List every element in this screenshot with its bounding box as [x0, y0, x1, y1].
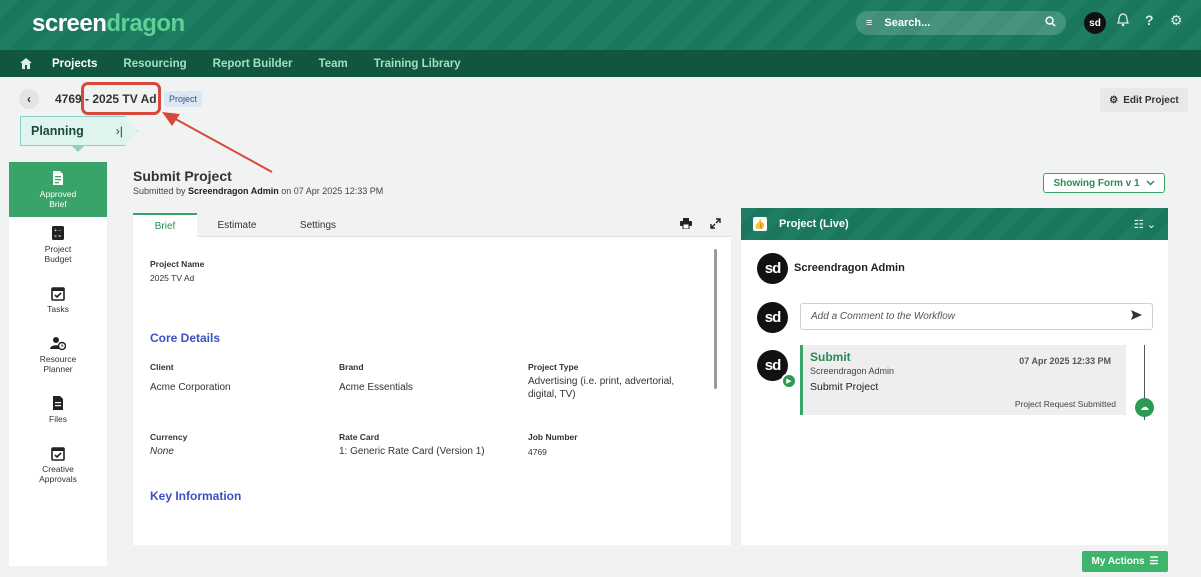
- submitted-info: Submitted by Screendragon Admin on 07 Ap…: [133, 186, 384, 196]
- filter-settings-icon[interactable]: ☷ ⌄: [1134, 218, 1156, 231]
- user-avatar[interactable]: sd: [1084, 12, 1106, 34]
- main-nav: Projects Resourcing Report Builder Team …: [0, 50, 1201, 77]
- avatar: sd: [757, 302, 788, 333]
- file-icon: [53, 396, 63, 410]
- edit-project-button[interactable]: ⚙ Edit Project: [1100, 88, 1188, 112]
- nav-report-builder[interactable]: Report Builder: [213, 58, 293, 70]
- rate-card-value: 1: Generic Rate Card (Version 1): [339, 446, 485, 457]
- event-title: Submit: [810, 350, 851, 364]
- tab-settings[interactable]: Settings: [288, 213, 348, 237]
- document-icon: [53, 171, 63, 185]
- sidebar-item-files[interactable]: Files: [9, 382, 107, 437]
- expand-icon[interactable]: [710, 218, 721, 232]
- sidebar-item-label: Resource Planner: [39, 354, 77, 374]
- brand-value: Acme Essentials: [339, 382, 413, 393]
- calendar-check-icon: [51, 287, 65, 301]
- user-clock-icon: [50, 337, 66, 351]
- event-user: Screendragon Admin: [810, 366, 895, 376]
- stage-caret: [72, 146, 84, 152]
- gear-icon: ⚙: [1109, 94, 1119, 106]
- left-sidebar: Approved Brief + − × = Project Budget Tas…: [9, 162, 107, 566]
- send-icon[interactable]: [1131, 310, 1142, 323]
- brief-tabs: Brief Estimate Settings: [133, 213, 731, 237]
- top-header: screendragon ≡ Search... sd ? ⚙: [0, 0, 1201, 50]
- nav-team[interactable]: Team: [319, 58, 348, 70]
- annotation-highlight-box: [81, 82, 161, 115]
- currency-value: None: [150, 446, 174, 457]
- my-actions-button[interactable]: My Actions ☰: [1082, 551, 1168, 572]
- event-status: Project Request Submitted: [1014, 399, 1116, 409]
- gear-icon[interactable]: ⚙: [1170, 12, 1183, 29]
- sidebar-item-label: Approved Brief: [39, 189, 77, 209]
- project-type-badge: Project: [164, 91, 203, 107]
- tab-estimate[interactable]: Estimate: [205, 213, 269, 237]
- nav-projects[interactable]: Projects: [52, 58, 97, 70]
- sidebar-item-approved-brief[interactable]: Approved Brief: [9, 162, 107, 217]
- sidebar-item-label: Tasks: [47, 304, 69, 314]
- menu-icon[interactable]: ≡: [866, 17, 872, 29]
- project-name-value: 2025 TV Ad: [150, 273, 195, 283]
- currency-label: Currency: [150, 432, 188, 442]
- expand-stage-icon[interactable]: ›|: [116, 124, 123, 138]
- workflow-header: 👍 Project (Live) ☷ ⌄: [741, 208, 1168, 240]
- comment-placeholder: Add a Comment to the Workflow: [811, 311, 955, 322]
- avatar: sd: [757, 253, 788, 284]
- print-icon[interactable]: [680, 218, 692, 232]
- bell-icon[interactable]: [1117, 13, 1129, 30]
- play-icon: ▶: [781, 373, 797, 389]
- rate-card-label: Rate Card: [339, 432, 380, 442]
- workflow-user-name: Screendragon Admin: [794, 262, 905, 274]
- job-number-value: 4769: [528, 447, 547, 457]
- nav-training-library[interactable]: Training Library: [374, 58, 461, 70]
- core-details-heading: Core Details: [150, 331, 221, 345]
- client-value: Acme Corporation: [150, 382, 231, 393]
- chevron-down-icon: [1146, 178, 1155, 189]
- sidebar-item-label: Project Budget: [44, 244, 72, 264]
- list-icon: ☰: [1149, 556, 1159, 567]
- nav-resourcing[interactable]: Resourcing: [123, 58, 186, 70]
- calendar-check-icon: [51, 447, 65, 461]
- key-information-heading: Key Information: [150, 489, 242, 503]
- cloud-upload-icon: ☁: [1135, 398, 1154, 417]
- sidebar-item-label: Creative Approvals: [39, 464, 77, 484]
- form-title: Submit Project: [133, 168, 232, 184]
- back-button[interactable]: ‹: [19, 89, 39, 109]
- workflow-event-card[interactable]: Submit Screendragon Admin Submit Project…: [800, 345, 1126, 415]
- stage-planning[interactable]: Planning ›|: [20, 116, 138, 146]
- search-box[interactable]: ≡ Search...: [856, 11, 1066, 35]
- brief-scrollbar[interactable]: [714, 249, 717, 389]
- sidebar-item-project-budget[interactable]: + − × = Project Budget: [9, 217, 107, 272]
- client-label: Client: [150, 362, 174, 372]
- home-icon[interactable]: [0, 58, 52, 69]
- sidebar-item-label: Files: [49, 414, 67, 424]
- comment-input[interactable]: Add a Comment to the Workflow: [800, 303, 1153, 330]
- calculator-icon: + −× =: [52, 226, 64, 240]
- stage-label: Planning: [31, 124, 84, 138]
- project-type-label: Project Type: [528, 362, 579, 372]
- sidebar-item-tasks[interactable]: Tasks: [9, 272, 107, 327]
- help-icon[interactable]: ?: [1145, 12, 1154, 28]
- app-logo[interactable]: screendragon: [32, 10, 185, 38]
- brand-label: Brand: [339, 362, 364, 372]
- showing-form-dropdown[interactable]: Showing Form v 1: [1043, 173, 1165, 193]
- workflow-title: Project (Live): [779, 218, 849, 230]
- project-type-value-line2: digital, TV): [528, 389, 576, 400]
- job-number-label: Job Number: [528, 432, 578, 442]
- tab-brief[interactable]: Brief: [133, 213, 197, 237]
- thumbs-up-icon: 👍: [753, 217, 767, 231]
- sidebar-item-resource-planner[interactable]: Resource Planner: [9, 327, 107, 382]
- sidebar-item-creative-approvals[interactable]: Creative Approvals: [9, 437, 107, 492]
- event-date: 07 Apr 2025 12:33 PM: [1019, 356, 1111, 366]
- svg-text:× =: × =: [54, 234, 61, 240]
- project-type-value-line1: Advertising (i.e. print, advertorial,: [528, 376, 675, 387]
- search-icon[interactable]: [1045, 16, 1056, 30]
- search-input[interactable]: Search...: [884, 17, 1033, 29]
- project-name-label: Project Name: [150, 259, 205, 269]
- event-text: Submit Project: [810, 381, 879, 393]
- annotation-arrow: [162, 112, 273, 173]
